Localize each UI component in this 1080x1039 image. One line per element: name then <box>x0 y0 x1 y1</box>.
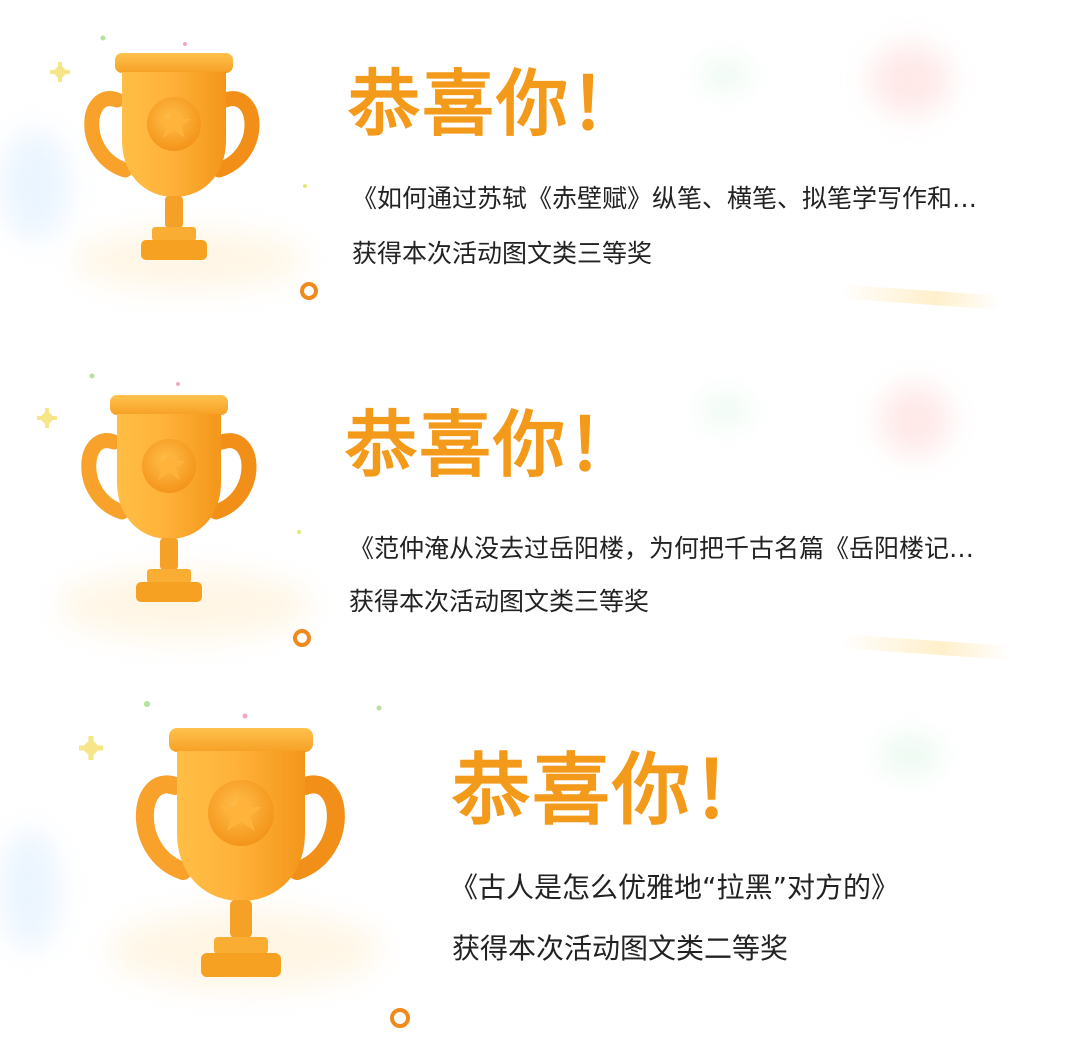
award-card-3: 恭喜你！ 《古人是怎么优雅地“拉黑”对方的》 获得本次活动图文类二等奖 <box>0 680 1080 1039</box>
award-card-1: 恭喜你！ 《如何通过苏轼《赤壁赋》纵笔、横笔、拟笔学写作和… 获得本次活动图文类… <box>0 0 1080 340</box>
article-title: 《古人是怎么优雅地“拉黑”对方的》 <box>450 871 900 904</box>
trophy-icon <box>50 30 307 280</box>
trophy-icon <box>37 370 301 620</box>
sparkle-icon <box>50 62 70 82</box>
sparkle-icon <box>37 408 57 428</box>
background-blob <box>700 60 750 90</box>
article-title: 《范仲淹从没去过岳阳楼，为何把千古名篇《岳阳楼记… <box>349 534 975 563</box>
background-blob <box>870 45 950 115</box>
congratulations-headline: 恭喜你！ <box>345 403 642 487</box>
congratulations-headline: 恭喜你！ <box>452 746 773 836</box>
trophy-icon <box>79 701 382 1008</box>
sparkle-icon <box>79 736 103 760</box>
award-description: 获得本次活动图文类三等奖 <box>352 239 653 268</box>
award-description: 获得本次活动图文类二等奖 <box>452 932 789 965</box>
background-blob <box>880 735 940 775</box>
award-description: 获得本次活动图文类三等奖 <box>349 587 650 616</box>
congratulations-headline: 恭喜你！ <box>348 62 645 146</box>
award-card-2: 恭喜你！ 《范仲淹从没去过岳阳楼，为何把千古名篇《岳阳楼记… 获得本次活动图文类… <box>0 340 1080 680</box>
background-blob <box>0 830 60 950</box>
ring-decoration <box>293 629 311 647</box>
background-blob <box>700 395 750 425</box>
background-blob <box>880 385 950 455</box>
ring-decoration <box>390 1008 410 1028</box>
background-streak <box>839 634 1011 660</box>
ring-decoration <box>300 282 318 300</box>
article-title: 《如何通过苏轼《赤壁赋》纵笔、横笔、拟笔学写作和… <box>352 184 978 213</box>
background-streak <box>839 284 1001 310</box>
